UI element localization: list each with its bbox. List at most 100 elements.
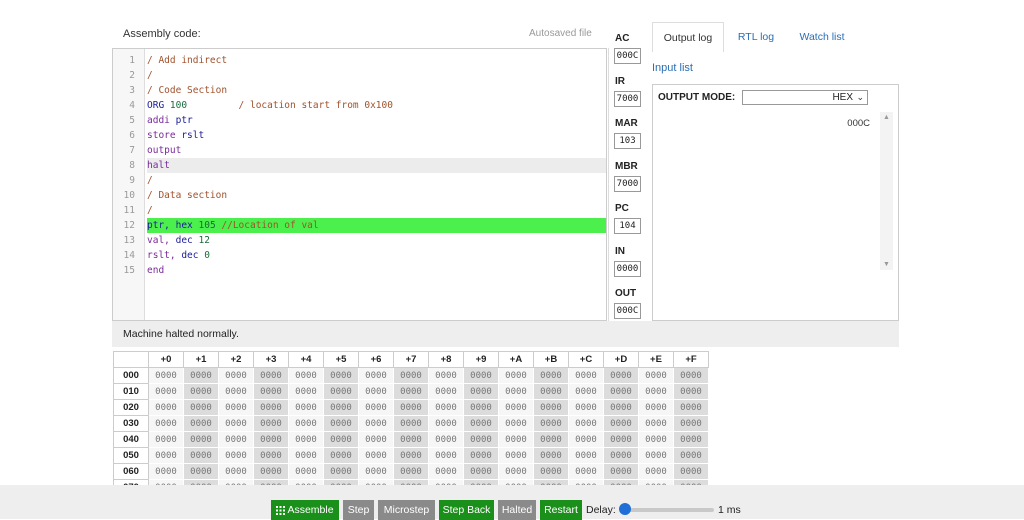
code-line[interactable]: 1 / Add indirect (113, 53, 606, 68)
memory-cell[interactable]: 0000 (218, 383, 254, 400)
memory-cell[interactable]: 0000 (673, 415, 709, 432)
memory-cell[interactable]: 0000 (183, 383, 219, 400)
memory-cell[interactable]: 0000 (148, 383, 184, 400)
memory-cell[interactable]: 0000 (673, 431, 709, 448)
scroll-down-icon[interactable]: ▼ (883, 261, 890, 268)
memory-cell[interactable]: 0000 (638, 431, 674, 448)
register-value-mbr[interactable]: 7000 (614, 176, 641, 192)
memory-cell[interactable]: 0000 (498, 383, 534, 400)
memory-cell[interactable]: 0000 (358, 415, 394, 432)
code-line[interactable]: 14 rslt, dec 0 (113, 248, 606, 263)
memory-cell[interactable]: 0000 (253, 383, 289, 400)
memory-cell[interactable]: 0000 (498, 447, 534, 464)
register-value-ir[interactable]: 7000 (614, 91, 641, 107)
output-scrollbar[interactable]: ▲ ▼ (880, 112, 893, 270)
memory-cell[interactable]: 0000 (533, 447, 569, 464)
code-line[interactable]: 5 addi ptr (113, 113, 606, 128)
memory-cell[interactable]: 0000 (288, 383, 324, 400)
memory-cell[interactable]: 0000 (148, 367, 184, 384)
tab-output-log[interactable]: Output log (652, 22, 724, 52)
delay-slider-track[interactable] (620, 508, 714, 512)
memory-cell[interactable]: 0000 (428, 447, 464, 464)
memory-cell[interactable]: 0000 (603, 431, 639, 448)
code-line[interactable]: 9/ (113, 173, 606, 188)
memory-cell[interactable]: 0000 (148, 415, 184, 432)
memory-cell[interactable]: 0000 (358, 367, 394, 384)
memory-cell[interactable]: 0000 (603, 383, 639, 400)
memory-cell[interactable]: 0000 (533, 431, 569, 448)
tab-watch-list[interactable]: Watch list (790, 22, 854, 52)
tab-rtl-log[interactable]: RTL log (728, 22, 784, 52)
memory-cell[interactable]: 0000 (673, 399, 709, 416)
memory-cell[interactable]: 0000 (323, 415, 359, 432)
memory-cell[interactable]: 0000 (253, 399, 289, 416)
memory-cell[interactable]: 0000 (603, 399, 639, 416)
memory-cell[interactable]: 0000 (183, 399, 219, 416)
memory-cell[interactable]: 0000 (603, 415, 639, 432)
step-back-button[interactable]: Step Back (439, 500, 494, 520)
memory-cell[interactable]: 0000 (428, 399, 464, 416)
memory-cell[interactable]: 0000 (323, 431, 359, 448)
memory-cell[interactable]: 0000 (218, 463, 254, 480)
memory-cell[interactable]: 0000 (498, 463, 534, 480)
memory-cell[interactable]: 0000 (428, 367, 464, 384)
memory-cell[interactable]: 0000 (498, 399, 534, 416)
delay-slider-thumb[interactable] (619, 503, 631, 515)
memory-cell[interactable]: 0000 (568, 383, 604, 400)
memory-cell[interactable]: 0000 (463, 463, 499, 480)
step-button[interactable]: Step (343, 500, 374, 520)
memory-cell[interactable]: 0000 (533, 383, 569, 400)
memory-cell[interactable]: 0000 (463, 399, 499, 416)
memory-cell[interactable]: 0000 (673, 447, 709, 464)
memory-cell[interactable]: 0000 (463, 447, 499, 464)
memory-cell[interactable]: 0000 (253, 463, 289, 480)
memory-cell[interactable]: 0000 (638, 447, 674, 464)
memory-cell[interactable]: 0000 (183, 431, 219, 448)
memory-cell[interactable]: 0000 (218, 415, 254, 432)
memory-cell[interactable]: 0000 (568, 447, 604, 464)
memory-cell[interactable]: 0000 (533, 367, 569, 384)
memory-cell[interactable]: 0000 (358, 447, 394, 464)
memory-cell[interactable]: 0000 (323, 447, 359, 464)
memory-cell[interactable]: 0000 (638, 399, 674, 416)
code-line[interactable]: 4 ORG 100 / location start from 0x100 (113, 98, 606, 113)
memory-cell[interactable]: 0000 (498, 431, 534, 448)
memory-cell[interactable]: 0000 (638, 415, 674, 432)
memory-cell[interactable]: 0000 (183, 447, 219, 464)
code-line[interactable]: 6 store rslt (113, 128, 606, 143)
memory-cell[interactable]: 0000 (393, 383, 429, 400)
register-value-ac[interactable]: 000C (614, 48, 641, 64)
memory-cell[interactable]: 0000 (323, 367, 359, 384)
memory-cell[interactable]: 0000 (428, 431, 464, 448)
memory-cell[interactable]: 0000 (673, 383, 709, 400)
memory-cell[interactable]: 0000 (323, 463, 359, 480)
memory-cell[interactable]: 0000 (218, 431, 254, 448)
memory-cell[interactable]: 0000 (288, 431, 324, 448)
memory-cell[interactable]: 0000 (393, 367, 429, 384)
memory-cell[interactable]: 0000 (498, 415, 534, 432)
scroll-up-icon[interactable]: ▲ (883, 114, 890, 121)
memory-cell[interactable]: 0000 (288, 367, 324, 384)
memory-cell[interactable]: 0000 (148, 431, 184, 448)
register-value-mar[interactable]: 103 (614, 133, 641, 149)
memory-cell[interactable]: 0000 (288, 463, 324, 480)
memory-cell[interactable]: 0000 (253, 415, 289, 432)
memory-cell[interactable]: 0000 (498, 367, 534, 384)
memory-cell[interactable]: 0000 (568, 415, 604, 432)
memory-cell[interactable]: 0000 (568, 431, 604, 448)
memory-cell[interactable]: 0000 (533, 463, 569, 480)
memory-cell[interactable]: 0000 (358, 383, 394, 400)
memory-cell[interactable]: 0000 (218, 447, 254, 464)
memory-cell[interactable]: 0000 (568, 367, 604, 384)
code-line[interactable]: 10 / Data section (113, 188, 606, 203)
memory-cell[interactable]: 0000 (533, 399, 569, 416)
register-value-out[interactable]: 000C (614, 303, 641, 319)
code-line[interactable]: 7 output (113, 143, 606, 158)
halted-button[interactable]: Halted (498, 500, 536, 520)
memory-cell[interactable]: 0000 (463, 367, 499, 384)
memory-cell[interactable]: 0000 (638, 383, 674, 400)
memory-cell[interactable]: 0000 (428, 463, 464, 480)
memory-cell[interactable]: 0000 (428, 415, 464, 432)
memory-cell[interactable]: 0000 (288, 415, 324, 432)
memory-cell[interactable]: 0000 (568, 399, 604, 416)
